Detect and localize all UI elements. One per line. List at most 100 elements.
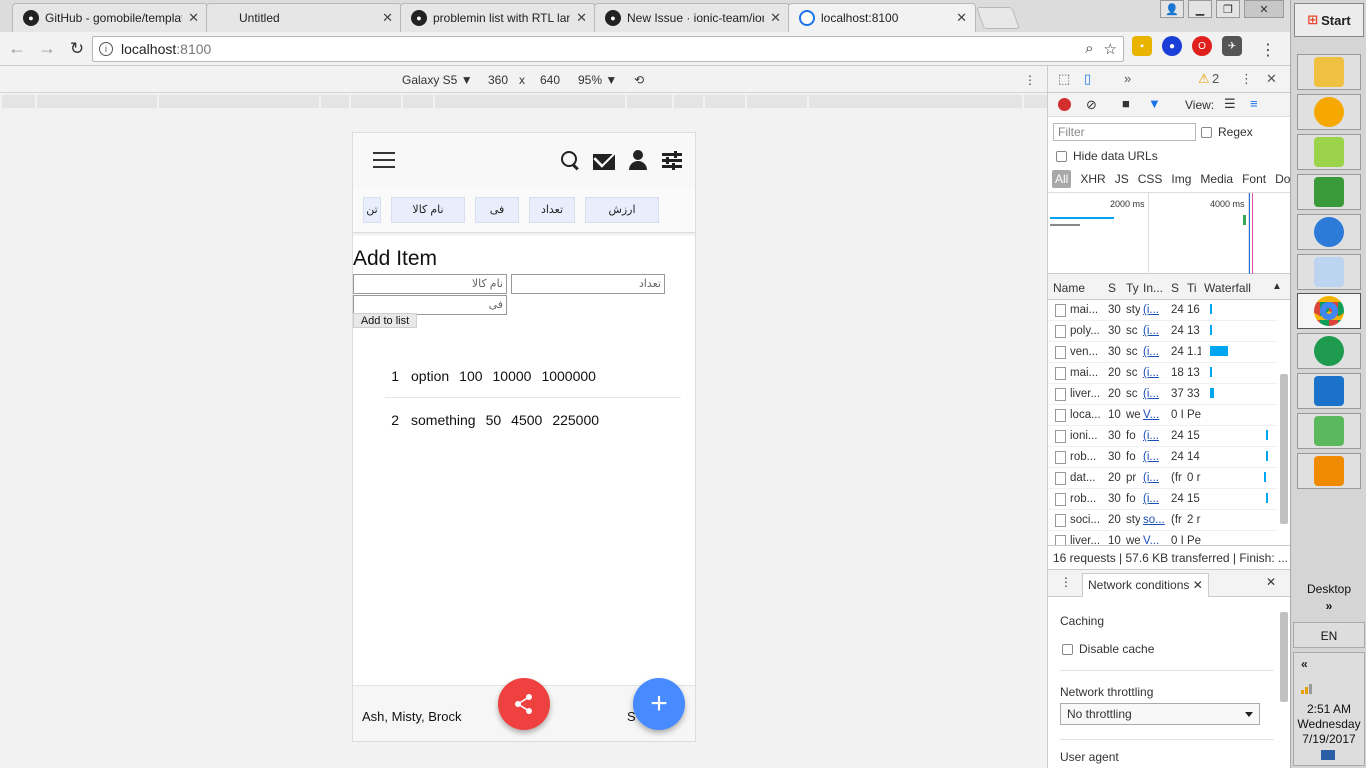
app-button[interactable] <box>1297 94 1361 130</box>
request-table-scrollbar[interactable] <box>1280 374 1288 524</box>
close-icon[interactable]: ✕ <box>382 10 393 26</box>
request-row[interactable]: soci... 20 sty so... (fr 2 r <box>1048 510 1278 531</box>
inspect-icon[interactable]: ⬚ <box>1058 71 1070 87</box>
request-row[interactable]: ioni... 30 fo (i... 24 15 <box>1048 426 1278 447</box>
close-icon[interactable]: ✕ <box>956 10 967 26</box>
request-row[interactable]: loca... 10 we V... 0 I Pe <box>1048 405 1278 426</box>
request-initiator[interactable]: (i... <box>1143 388 1167 400</box>
close-icon[interactable]: ✕ <box>188 10 199 26</box>
menu-icon[interactable] <box>373 152 395 168</box>
drawer-scrollbar[interactable] <box>1280 612 1288 702</box>
close-devtools-icon[interactable]: ✕ <box>1266 71 1277 87</box>
desktop-arrow[interactable]: » <box>1291 599 1366 613</box>
network-tray-icon[interactable] <box>1321 750 1335 760</box>
network-app[interactable] <box>1297 214 1361 250</box>
camera-icon[interactable]: ■ <box>1122 96 1130 111</box>
maximize-button[interactable]: ❐ <box>1216 0 1240 18</box>
request-row[interactable]: poly... 30 sc (i... 24 13 <box>1048 321 1278 342</box>
type-font[interactable]: Font <box>1242 172 1266 186</box>
throttling-select[interactable]: No throttling <box>1060 703 1260 725</box>
vscode-app[interactable] <box>1297 373 1361 409</box>
person-icon[interactable] <box>627 149 649 171</box>
large-rows-icon[interactable]: ☰ <box>1224 96 1236 112</box>
chip-value[interactable]: ارزش <box>585 196 659 223</box>
chip-tan[interactable]: تن <box>363 196 381 223</box>
tab-github-gomobile[interactable]: ● GitHub - gomobile/template ✕ <box>12 3 208 32</box>
item-count-input[interactable]: تعداد <box>511 274 665 294</box>
request-row[interactable]: liver... 20 sc (i... 37 33 <box>1048 384 1278 405</box>
bookmark-star-icon[interactable]: ☆ <box>1104 40 1117 58</box>
forward-arrow-icon[interactable]: → <box>34 36 60 62</box>
new-tab-button[interactable] <box>975 7 1021 29</box>
col-size[interactable]: S <box>1171 281 1179 295</box>
desktop-label[interactable]: Desktop <box>1291 582 1366 596</box>
warning-icon[interactable]: ⚠ <box>1198 71 1210 87</box>
address-bar[interactable]: i localhost:8100 ⌕ ☆ <box>92 36 1124 62</box>
notepadpp-app[interactable] <box>1297 134 1361 170</box>
regex-checkbox[interactable]: Regex <box>1201 125 1253 139</box>
request-row[interactable]: rob... 30 fo (i... 24 14 <box>1048 447 1278 468</box>
chip-price[interactable]: فی <box>475 196 519 223</box>
request-initiator[interactable]: (i... <box>1143 493 1167 505</box>
search-app[interactable] <box>1297 254 1361 290</box>
col-name[interactable]: Name <box>1053 281 1085 295</box>
device-width[interactable]: 360 <box>488 73 508 87</box>
app-button[interactable] <box>1297 174 1361 210</box>
search-icon[interactable] <box>559 149 581 171</box>
list-item[interactable]: 2 something 50 4500 225000 <box>385 398 681 441</box>
request-initiator[interactable]: (i... <box>1143 451 1167 463</box>
extension-icon[interactable]: ▪ <box>1132 36 1152 56</box>
extension-icon[interactable]: ● <box>1162 36 1182 56</box>
device-height[interactable]: 640 <box>540 73 560 87</box>
item-name-input[interactable]: نام کالا <box>353 274 507 294</box>
add-to-list-button[interactable]: Add to list <box>353 313 417 328</box>
col-type[interactable]: Ty <box>1126 281 1139 295</box>
request-row[interactable]: ven... 30 sc (i... 24 1.1 <box>1048 342 1278 363</box>
record-icon[interactable] <box>1058 98 1071 111</box>
chrome-app[interactable] <box>1297 293 1361 329</box>
type-media[interactable]: Media <box>1200 172 1233 186</box>
type-doc[interactable]: Do <box>1275 172 1290 186</box>
tab-new-issue[interactable]: ● New Issue · ionic-team/ionic ✕ <box>594 3 790 32</box>
filter-input[interactable]: Filter <box>1053 123 1196 141</box>
filter-icon[interactable]: ▼ <box>1148 96 1161 111</box>
request-row[interactable]: mai... 30 sty (i... 24 16 <box>1048 300 1278 321</box>
close-drawer-icon[interactable]: ✕ <box>1266 575 1276 589</box>
close-icon[interactable]: ✕ <box>576 10 587 26</box>
close-window-button[interactable]: ✕ <box>1244 0 1284 18</box>
tab-network-conditions[interactable]: Network conditions ✕ <box>1082 573 1209 597</box>
chip-item-name[interactable]: نام کالا <box>391 196 465 223</box>
zoom-icon[interactable]: ⌕ <box>1085 40 1093 58</box>
type-all[interactable]: All <box>1052 170 1072 188</box>
tab-untitled[interactable]: Untitled ✕ <box>206 3 402 32</box>
type-img[interactable]: Img <box>1171 172 1191 186</box>
close-icon[interactable]: ✕ <box>1193 578 1203 592</box>
options-icon[interactable] <box>661 149 683 171</box>
request-initiator[interactable]: (i... <box>1143 430 1167 442</box>
type-css[interactable]: CSS <box>1138 172 1163 186</box>
request-initiator[interactable]: (i... <box>1143 367 1167 379</box>
clear-icon[interactable]: ⊘ <box>1086 97 1097 113</box>
extension-icon[interactable]: ✈ <box>1222 36 1242 56</box>
hide-data-urls-checkbox[interactable]: Hide data URLs <box>1056 149 1158 163</box>
minimize-button[interactable]: ▁ <box>1188 0 1212 18</box>
download-manager-app[interactable] <box>1297 333 1361 369</box>
reload-icon[interactable]: ↻ <box>64 36 90 62</box>
request-initiator[interactable]: (i... <box>1143 304 1167 316</box>
request-initiator[interactable]: (i... <box>1143 346 1167 358</box>
opera-icon[interactable]: O <box>1192 36 1212 56</box>
rotate-icon[interactable]: ⟲ <box>634 73 644 87</box>
device-select[interactable]: Galaxy S5 ▼ <box>402 73 473 87</box>
explorer-app[interactable] <box>1297 54 1361 90</box>
pdf-app[interactable] <box>1297 453 1361 489</box>
item-price-input[interactable]: فی <box>353 295 507 315</box>
request-initiator[interactable]: so... <box>1143 514 1167 526</box>
start-button[interactable]: ⊞ Start <box>1294 3 1364 37</box>
type-xhr[interactable]: XHR <box>1080 172 1105 186</box>
request-row[interactable]: mai... 20 sc (i... 18 13 <box>1048 363 1278 384</box>
type-js[interactable]: JS <box>1115 172 1129 186</box>
clock-time[interactable]: 2:51 AM <box>1291 702 1366 716</box>
request-row[interactable]: dat... 20 pr (i... (fr 0 r <box>1048 468 1278 489</box>
col-status[interactable]: S <box>1108 281 1116 295</box>
devtools-menu-icon[interactable]: ⋮ <box>1240 71 1253 87</box>
